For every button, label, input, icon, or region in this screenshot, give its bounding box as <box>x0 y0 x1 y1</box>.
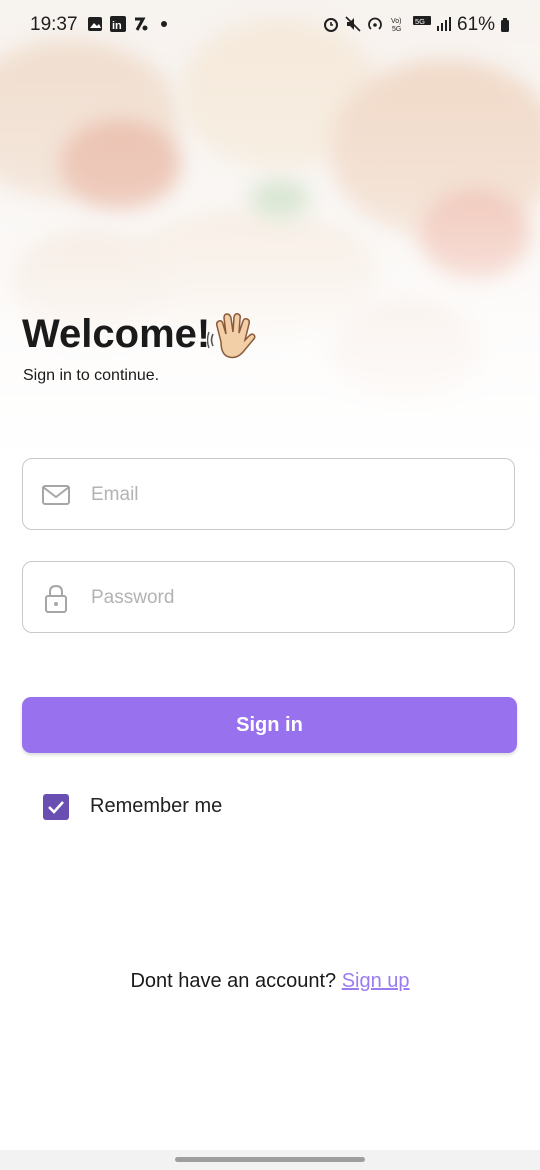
password-input[interactable] <box>89 580 493 616</box>
welcome-title: Welcome! <box>22 312 211 356</box>
linkedin-icon: in <box>110 16 126 32</box>
status-time: 19:37 <box>30 14 78 35</box>
mute-icon <box>345 16 361 32</box>
svg-text:in: in <box>112 20 122 32</box>
sign-up-link[interactable]: Sign up <box>342 970 410 992</box>
status-bar: 19:37 in Vo) 5G 5G 61% <box>0 0 540 50</box>
svg-text:5G: 5G <box>415 17 425 26</box>
welcome-subtitle: Sign in to continue. <box>23 367 160 384</box>
remember-me-checkbox[interactable] <box>43 794 69 820</box>
waving-hand-icon <box>207 313 256 359</box>
hotspot-icon <box>368 17 382 30</box>
alarm-icon <box>324 18 338 32</box>
svg-text:5G: 5G <box>392 26 401 32</box>
5g-icon: 5G <box>413 16 431 26</box>
sign-in-button[interactable]: Sign in <box>22 697 517 753</box>
signup-prompt-text: Dont have an account? <box>130 970 342 992</box>
signup-prompt: Dont have an account? Sign up <box>0 970 540 993</box>
svg-text:Vo): Vo) <box>391 18 402 25</box>
background-food-image <box>0 0 540 470</box>
remember-me-label[interactable]: Remember me <box>90 795 222 818</box>
email-field[interactable] <box>22 458 515 530</box>
volte-icon: Vo)5G <box>391 18 402 32</box>
dot-icon <box>161 21 167 27</box>
gesture-bar <box>0 1150 540 1170</box>
battery-icon <box>501 18 509 32</box>
battery-percentage: 61% <box>457 14 496 35</box>
lock-icon <box>45 584 67 613</box>
gesture-handle[interactable] <box>175 1157 365 1162</box>
email-input[interactable] <box>89 477 493 513</box>
checkmark-icon <box>48 801 64 814</box>
gallery-icon <box>88 17 102 31</box>
signal-icon <box>437 17 451 31</box>
password-field[interactable] <box>22 561 515 633</box>
mail-icon <box>42 485 70 505</box>
percent-app-icon <box>135 17 148 31</box>
